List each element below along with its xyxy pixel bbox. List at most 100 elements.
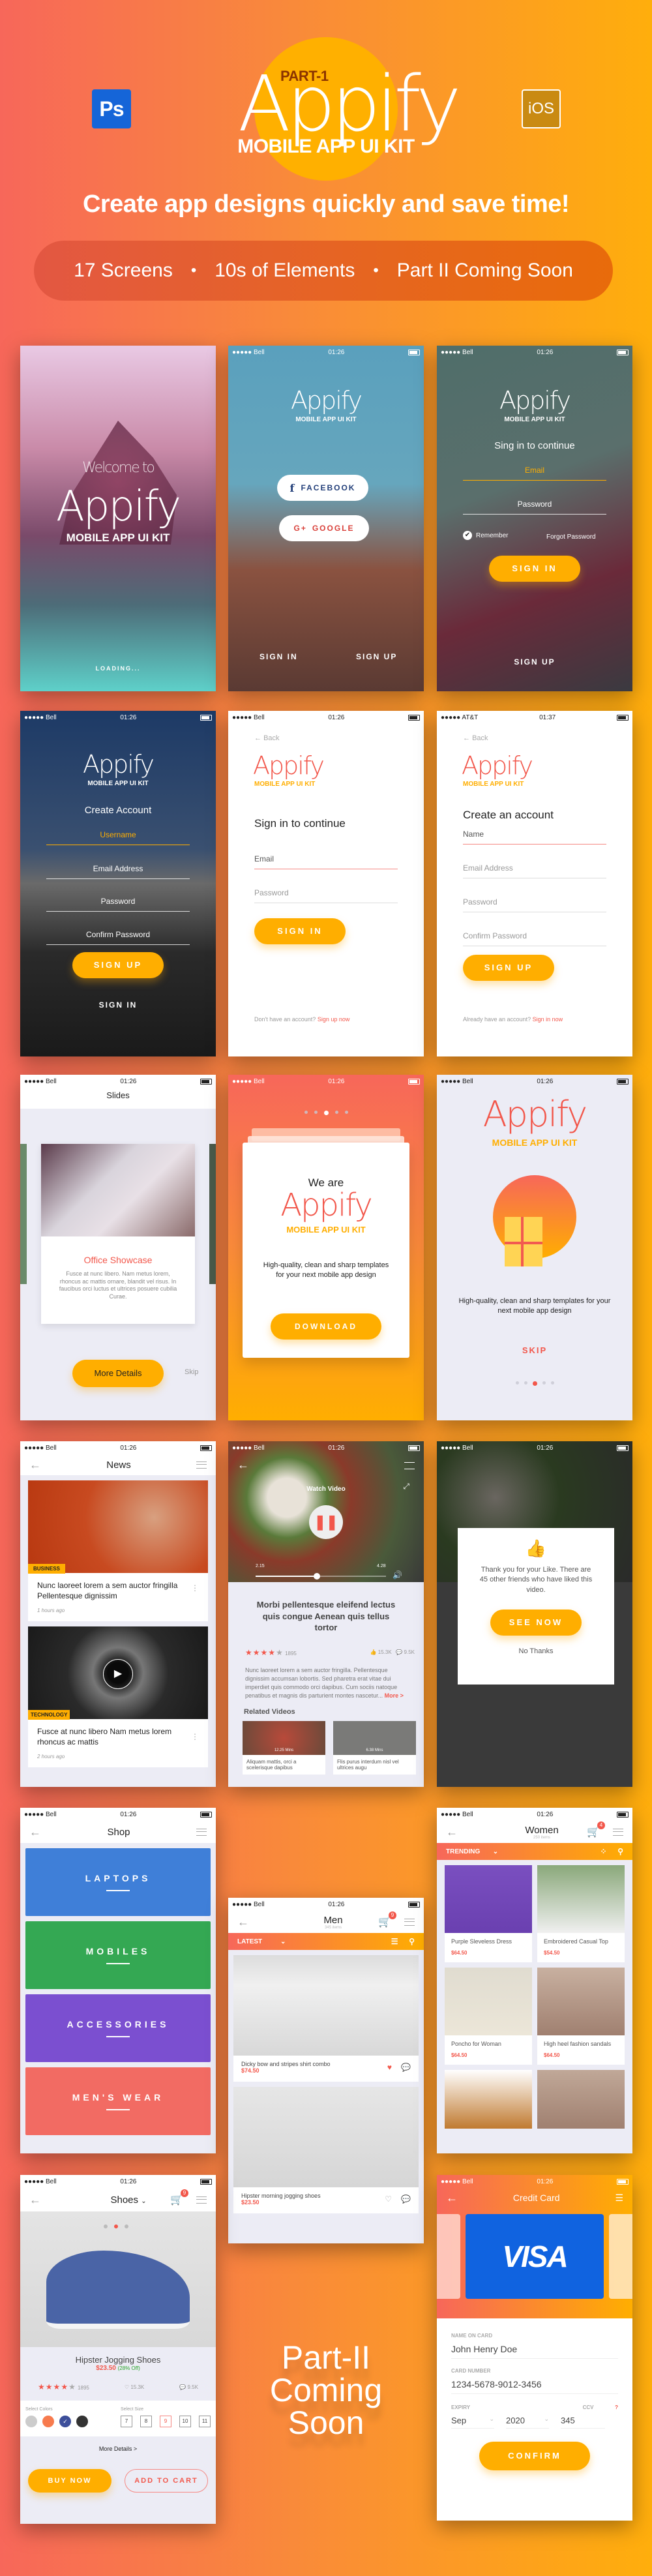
menu-icon[interactable]	[404, 1462, 415, 1469]
page-dot[interactable]	[515, 1381, 519, 1385]
page-dot[interactable]	[524, 1381, 527, 1385]
sign-in-button[interactable]: SIGN IN	[489, 556, 580, 582]
remember-checkbox[interactable]: ✔ Remember	[463, 531, 508, 540]
page-dot[interactable]	[344, 1111, 348, 1114]
progress-track[interactable]	[256, 1573, 386, 1580]
search-icon[interactable]: ⚲	[617, 1847, 623, 1856]
color-swatch[interactable]: ✓	[59, 2416, 71, 2427]
page-dot[interactable]	[550, 1381, 554, 1385]
size-option[interactable]: 9	[160, 2416, 171, 2427]
menu-icon[interactable]: ☰	[615, 2193, 623, 2204]
forgot-password-link[interactable]: Forgot Password	[546, 533, 596, 541]
google-button[interactable]: G+ GOOGLE	[279, 515, 369, 541]
next-slide[interactable]	[209, 1144, 216, 1284]
pause-button[interactable]: ❚❚	[309, 1505, 343, 1539]
sign-up-link[interactable]: SIGN UP	[437, 657, 632, 666]
heart-icon[interactable]: ♥	[387, 2063, 392, 2072]
grid-view-icon[interactable]: ⁘	[600, 1847, 606, 1856]
ccv-input[interactable]: 345	[561, 2416, 605, 2429]
related-video[interactable]: 6.38 Mins Flis purus interdum nisl vel u…	[333, 1720, 416, 1775]
email-field[interactable]: Email Address	[46, 864, 190, 879]
year-select[interactable]: 2020 ⌄	[506, 2416, 549, 2429]
page-dot[interactable]	[314, 1111, 318, 1114]
prev-slide[interactable]	[20, 1144, 27, 1284]
menu-icon[interactable]	[404, 1918, 415, 1926]
more-link[interactable]: More >	[385, 1692, 404, 1699]
progress-handle[interactable]	[314, 1573, 320, 1580]
page-dot[interactable]	[532, 1381, 537, 1386]
sort-dropdown[interactable]: LATEST ⌄	[237, 1938, 286, 1945]
color-swatch[interactable]	[76, 2416, 88, 2427]
cart-icon[interactable]: 🛒 9	[170, 2189, 188, 2206]
page-dot[interactable]	[334, 1111, 338, 1114]
more-options-icon[interactable]: ⋮	[191, 1732, 199, 1741]
download-button[interactable]: DOWNLOAD	[271, 1313, 381, 1340]
password-field[interactable]: Password	[254, 888, 398, 903]
name-field[interactable]: Name	[463, 830, 606, 845]
menu-icon[interactable]	[613, 1828, 623, 1836]
product-card[interactable]: Embroidered Casual Top $54.50	[537, 1865, 625, 1962]
related-video[interactable]: 12.25 Mins Aliquam mattis, orci a sceler…	[243, 1720, 325, 1775]
card-number-input[interactable]: 1234-5678-9012-3456	[451, 2374, 618, 2394]
back-arrow-icon[interactable]: ←	[237, 1458, 249, 1472]
video-player[interactable]: ●●●●● Bell 01:26 ← Watch Video ⤢ ❚❚ 2.15 …	[228, 1441, 424, 1582]
help-icon[interactable]: ?	[615, 2404, 618, 2410]
menu-icon[interactable]	[196, 1461, 207, 1469]
comment-icon[interactable]: 💬	[401, 2063, 411, 2072]
page-dot[interactable]	[323, 1111, 329, 1115]
category-tile[interactable]: ACCESSORIES	[25, 1994, 211, 2062]
product-card[interactable]	[445, 2070, 532, 2129]
like-icon[interactable]: 👍	[370, 1649, 377, 1655]
next-card[interactable]	[609, 2214, 632, 2299]
back-button[interactable]: ← Back	[463, 734, 488, 742]
more-details-button[interactable]: More Details	[72, 1360, 164, 1387]
product-card[interactable]: Dicky bow and stripes shirt combo $74.50 …	[233, 1955, 419, 2082]
category-dropdown[interactable]: Shoes ⌄	[110, 2194, 146, 2206]
color-swatch[interactable]	[42, 2416, 54, 2427]
more-options-icon[interactable]: ⋮	[191, 1584, 199, 1592]
size-option[interactable]: 8	[140, 2416, 152, 2427]
fullscreen-icon[interactable]: ⤢	[403, 1482, 409, 1491]
product-card[interactable]: Hipster morning jogging shoes $23.50 ♡ 💬	[233, 2087, 419, 2213]
sign-in-link[interactable]: SIGN IN	[20, 1000, 216, 1010]
back-arrow-icon[interactable]: ←	[446, 1825, 458, 1839]
product-card[interactable]: Poncho for Woman $64.50	[445, 1968, 532, 2065]
back-arrow-icon[interactable]: ←	[29, 1458, 41, 1472]
confirm-password-field[interactable]: Confirm Password	[463, 931, 606, 946]
category-tile[interactable]: LAPTOPS	[25, 1848, 211, 1916]
sign-up-button[interactable]: SIGN UP	[72, 952, 164, 978]
password-field[interactable]: Password	[463, 500, 606, 515]
back-arrow-icon[interactable]: ←	[446, 2191, 458, 2205]
email-field[interactable]: Email	[254, 854, 398, 869]
username-field[interactable]: Username	[46, 830, 190, 845]
search-icon[interactable]: ⚲	[409, 1937, 415, 1946]
email-field[interactable]: Email	[463, 466, 606, 481]
sign-up-button[interactable]: SIGN UP	[463, 955, 554, 981]
see-now-button[interactable]: SEE NOW	[490, 1610, 582, 1636]
color-swatch[interactable]	[25, 2416, 37, 2427]
sign-up-link[interactable]: Sign up now	[318, 1016, 350, 1023]
news-card[interactable]: BUSINESS Nunc laoreet lorem a sem auctor…	[28, 1480, 208, 1621]
category-tile[interactable]: MEN'S WEAR	[25, 2067, 211, 2135]
size-option[interactable]: 7	[121, 2416, 132, 2427]
sign-in-link[interactable]: SIGN IN	[259, 652, 298, 661]
volume-icon[interactable]: 🔊	[393, 1570, 402, 1580]
confirm-button[interactable]: CONFIRM	[479, 2442, 590, 2470]
menu-icon[interactable]	[196, 1828, 207, 1836]
back-arrow-icon[interactable]: ←	[29, 2193, 41, 2207]
email-field[interactable]: Email Address	[463, 863, 606, 878]
list-view-icon[interactable]: ☰	[391, 1937, 398, 1946]
page-dot[interactable]	[542, 1381, 546, 1385]
back-arrow-icon[interactable]: ←	[237, 1915, 249, 1929]
product-card[interactable]	[537, 2070, 625, 2129]
password-field[interactable]: Password	[46, 897, 190, 912]
product-card[interactable]: Purple Sleveless Dress $64.50	[445, 1865, 532, 1962]
buy-now-button[interactable]: BUY NOW	[28, 2469, 111, 2493]
heart-outline-icon[interactable]: ♡	[125, 2384, 129, 2390]
month-select[interactable]: Sep ⌄	[451, 2416, 494, 2429]
news-card[interactable]: ▶ TECHNOLOGY Fusce at nunc libero Nam me…	[28, 1626, 208, 1767]
comment-icon[interactable]: 💬	[401, 2194, 411, 2204]
comment-icon[interactable]: 💬	[179, 2384, 186, 2390]
back-button[interactable]: ← Back	[254, 734, 280, 742]
size-option[interactable]: 10	[179, 2416, 191, 2427]
